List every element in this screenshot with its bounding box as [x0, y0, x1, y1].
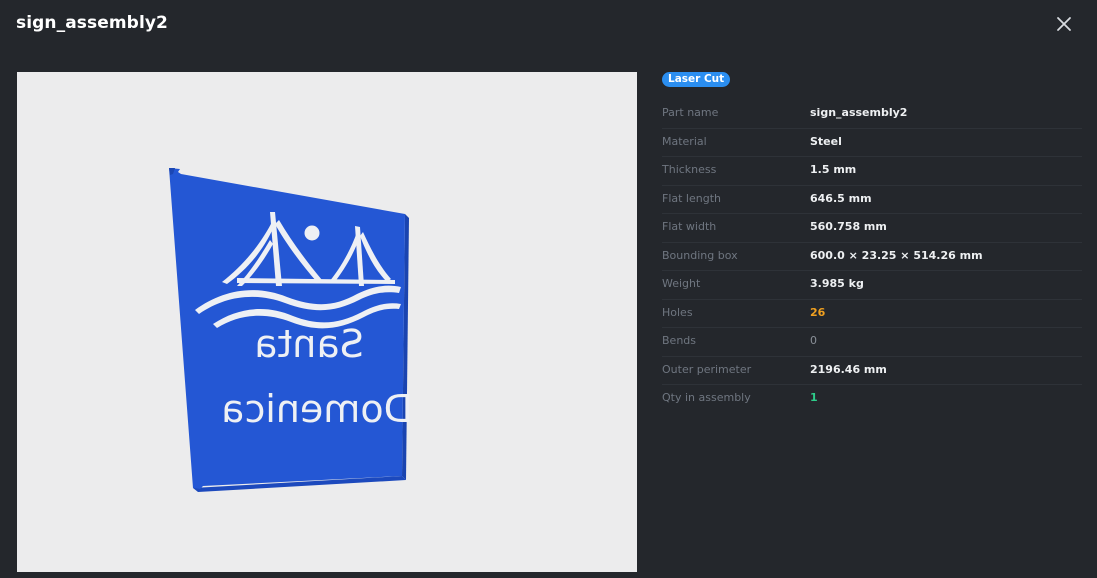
- property-value: 3.985 kg: [810, 277, 864, 290]
- dialog-title: sign_assembly2: [16, 13, 168, 33]
- property-row: Material Steel: [662, 129, 1082, 157]
- property-label: Part name: [662, 106, 719, 119]
- property-label: Flat width: [662, 220, 717, 233]
- property-row: Flat width 560.758 mm: [662, 214, 1082, 243]
- part-detail-dialog: sign_assembly2 Santa Domenica Laser Cut …: [0, 0, 1097, 578]
- close-icon: [1057, 17, 1071, 31]
- property-value: 1.5 mm: [810, 163, 857, 176]
- property-label: Flat length: [662, 191, 721, 205]
- property-row: Part name sign_assembly2: [662, 100, 1082, 129]
- property-row: Weight 3.985 kg: [662, 271, 1082, 300]
- property-row: Outer perimeter 2196.46 mm: [662, 357, 1082, 385]
- property-label: Bounding box: [662, 248, 738, 262]
- property-row: Qty in assembly 1: [662, 385, 1082, 414]
- property-row: Thickness 1.5 mm: [662, 157, 1082, 186]
- property-label: Qty in assembly: [662, 391, 751, 404]
- property-value: 2196.46 mm: [810, 362, 887, 376]
- property-value: 1: [810, 391, 818, 404]
- process-badge: Laser Cut: [662, 72, 731, 87]
- close-button[interactable]: [1054, 14, 1074, 34]
- property-label: Material: [662, 134, 707, 148]
- property-value: Steel: [810, 134, 842, 148]
- property-label: Holes: [662, 305, 693, 319]
- property-value: sign_assembly2: [810, 106, 908, 119]
- property-value: 646.5 mm: [810, 191, 872, 205]
- properties-table: Part name sign_assembly2 Material Steel Thic…: [662, 100, 1082, 414]
- property-value: 0: [810, 334, 817, 347]
- property-value: 560.758 mm: [810, 220, 887, 233]
- property-value: 26: [810, 305, 826, 319]
- property-row: Bounding box 600.0 × 23.25 × 514.26 mm: [662, 243, 1082, 271]
- sign-text-line2: Domenica: [221, 387, 413, 431]
- property-row: Bends 0: [662, 328, 1082, 357]
- 3d-model-viewer[interactable]: Santa Domenica: [17, 72, 637, 572]
- part-render: Santa Domenica: [169, 168, 413, 492]
- property-value: 600.0 × 23.25 × 514.26 mm: [810, 248, 983, 262]
- property-label: Outer perimeter: [662, 362, 752, 376]
- property-row: Holes 26: [662, 300, 1082, 328]
- property-label: Thickness: [662, 163, 717, 176]
- property-label: Weight: [662, 277, 701, 290]
- sign-text-line1: Santa: [254, 322, 364, 366]
- property-label: Bends: [662, 334, 696, 347]
- property-row: Flat length 646.5 mm: [662, 186, 1082, 214]
